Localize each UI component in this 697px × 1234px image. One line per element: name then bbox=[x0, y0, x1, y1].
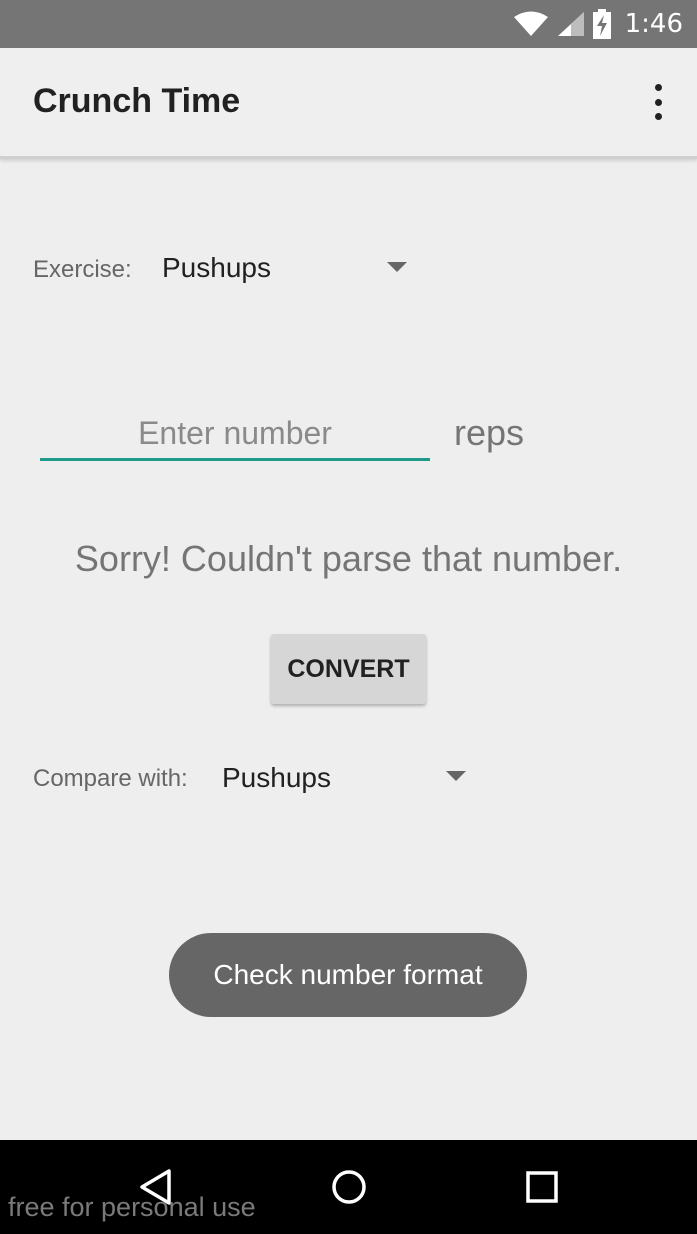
reps-unit-label: reps bbox=[454, 412, 525, 453]
compare-label: Compare with: bbox=[33, 765, 188, 792]
toast-message: Check number format bbox=[213, 959, 483, 990]
exercise-dropdown-icon[interactable] bbox=[387, 262, 407, 272]
convert-button[interactable]: CONVERT bbox=[271, 634, 426, 704]
compare-spinner[interactable]: Pushups bbox=[222, 762, 331, 794]
exercise-spinner[interactable]: Pushups bbox=[162, 252, 271, 284]
battery-charging-icon bbox=[592, 9, 611, 39]
app-bar: Crunch Time bbox=[0, 48, 697, 159]
status-icons: 1:46 bbox=[513, 8, 683, 40]
toast: Check number format bbox=[169, 933, 527, 1017]
watermark-text: free for personal use bbox=[8, 1192, 256, 1222]
app-title: Crunch Time bbox=[33, 82, 241, 120]
home-icon[interactable] bbox=[330, 1168, 368, 1206]
wifi-icon bbox=[513, 11, 548, 36]
clock: 1:46 bbox=[624, 9, 683, 39]
signal-icon bbox=[557, 12, 584, 36]
recents-icon[interactable] bbox=[523, 1168, 561, 1206]
exercise-label: Exercise: bbox=[33, 256, 132, 283]
error-message: Sorry! Couldn't parse that number. bbox=[74, 538, 623, 579]
status-bar: 1:46 bbox=[0, 0, 697, 48]
compare-dropdown-icon[interactable] bbox=[446, 771, 466, 781]
more-vert-icon[interactable] bbox=[651, 84, 665, 120]
reps-input[interactable] bbox=[40, 408, 430, 461]
